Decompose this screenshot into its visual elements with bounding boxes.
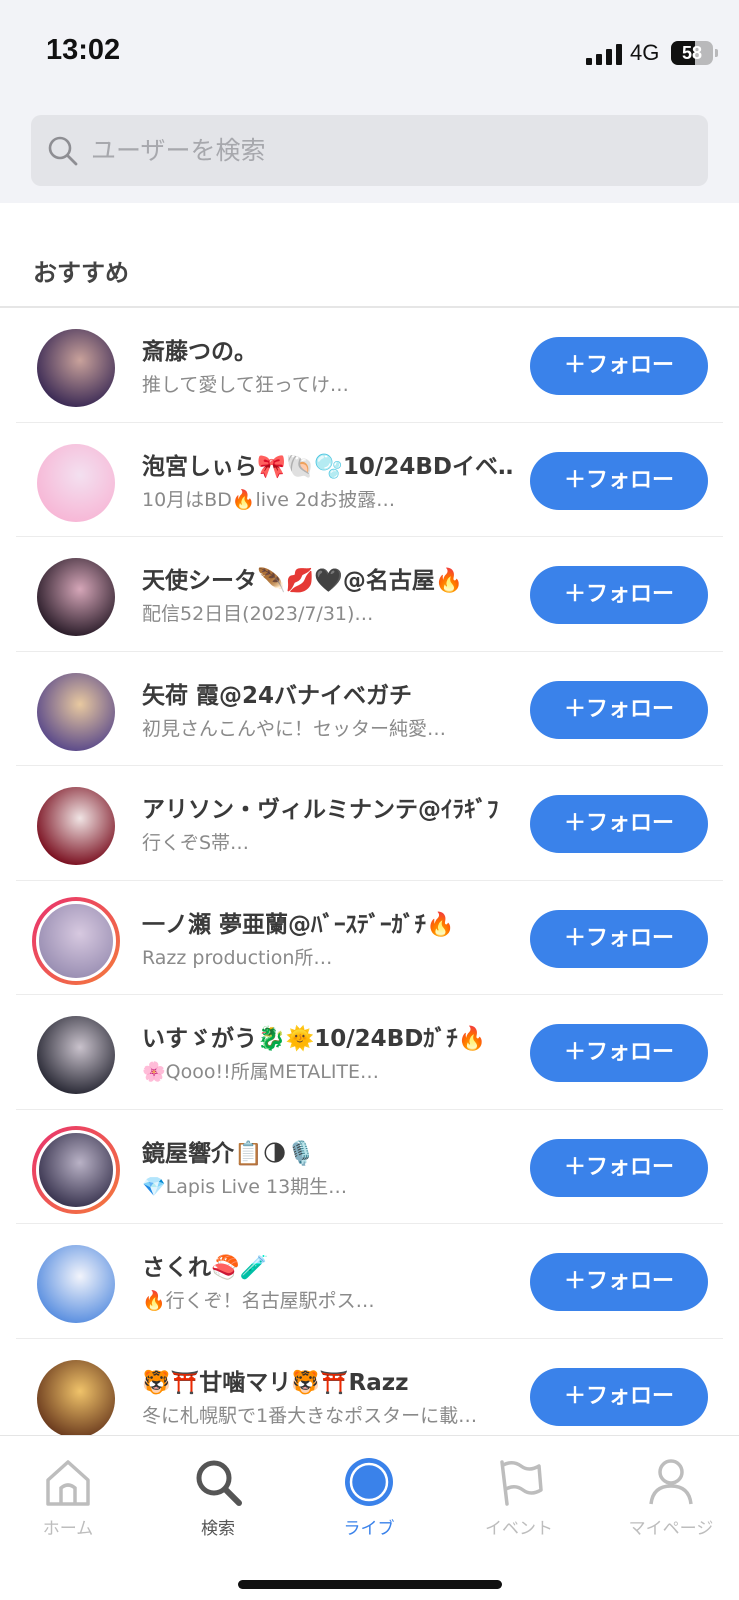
nav-item-home[interactable]: ホーム bbox=[0, 1456, 143, 1548]
avatar[interactable] bbox=[37, 1016, 115, 1094]
avatar[interactable] bbox=[32, 896, 120, 985]
user-name[interactable]: 一ノ瀬 夢亜蘭@ﾊﾞｰｽﾃﾞｰｶﾞﾁ🔥 bbox=[142, 905, 512, 939]
search-icon bbox=[48, 136, 78, 166]
user-name[interactable]: 鏡屋響介📋🌗🎙️ bbox=[142, 1134, 512, 1168]
battery-tip bbox=[715, 49, 718, 57]
nav-label-mypage: マイページ bbox=[628, 1519, 714, 1539]
user-name[interactable]: いすゞがう🐉🌞10/24BDｶﾞﾁ🔥 bbox=[142, 1019, 512, 1053]
follow-button[interactable]: ＋フォロー bbox=[530, 566, 708, 624]
user-name[interactable]: 斎藤つの。 bbox=[142, 332, 512, 366]
avatar-image bbox=[37, 1359, 115, 1438]
list-item[interactable]: 泡宮しぃら🎀🐚🫧10/24BDイベ… 10月はBD🔥live 2dお披露… ＋フォロ… bbox=[0, 423, 739, 537]
top-area: 13:02 4G 58 bbox=[0, 0, 739, 203]
follow-button[interactable]: ＋フォロー bbox=[530, 451, 708, 510]
nav-item-mypage[interactable]: マイページ bbox=[596, 1456, 739, 1548]
nav-item-event[interactable]: イベント bbox=[444, 1456, 594, 1548]
user-bio: Razz production所… bbox=[142, 946, 333, 969]
avatar[interactable] bbox=[32, 1125, 120, 1214]
network-label: 4G bbox=[630, 40, 660, 65]
user-name[interactable]: 泡宮しぃら🎀🐚🫧10/24BDイベ… bbox=[142, 447, 512, 481]
user-bio: 10月はBD🔥live 2dお披露… bbox=[142, 488, 396, 511]
list-item[interactable]: 一ノ瀬 夢亜蘭@ﾊﾞｰｽﾃﾞｰｶﾞﾁ🔥 Razz production所… ＋フォロ… bbox=[0, 881, 739, 995]
list-item[interactable]: 矢荷 霞@24バナイベガチ初見さんこんやに！セッター純愛… ＋フォロー bbox=[0, 652, 739, 766]
list-item[interactable]: いすゞがう🐉🌞10/24BDｶﾞﾁ🔥 🌸Qooo!!所属METALITE… ＋フォロ… bbox=[0, 995, 739, 1110]
section-title: おすすめ bbox=[33, 259, 129, 287]
avatar-image bbox=[36, 900, 116, 981]
list-item[interactable]: さくれ🍣🧪 🔥行くぞ！名古屋駅ポス… ＋フォロー bbox=[0, 1224, 739, 1339]
follow-button[interactable]: ＋フォロー bbox=[530, 909, 708, 968]
follow-button[interactable]: ＋フォロー bbox=[530, 795, 708, 853]
list-item[interactable]: 鏡屋響介📋🌗🎙️ 💎Lapis Live 13期生… ＋フォロー bbox=[0, 1110, 739, 1224]
avatar-image bbox=[37, 558, 115, 636]
avatar[interactable] bbox=[37, 443, 115, 522]
nav-item-search[interactable]: 検索 bbox=[143, 1456, 293, 1548]
user-bio: 💎Lapis Live 13期生… bbox=[142, 1175, 348, 1198]
user-bio: 行くぞS帯… bbox=[142, 832, 250, 854]
user-name[interactable]: 天使シータ🪶💋🖤@名古屋🔥 bbox=[142, 561, 512, 595]
user-bio: 冬に札幌駅で1番大きなポスターに載… bbox=[142, 1404, 478, 1427]
user-name[interactable]: 矢荷 霞@24バナイベガチ bbox=[142, 676, 512, 710]
user-icon bbox=[649, 1459, 693, 1505]
avatar-image bbox=[37, 1016, 115, 1094]
user-bio: 配信52日目(2023/7/31)… bbox=[142, 603, 374, 625]
bottom-nav: ホーム 検索 ライブ イベント マイページ bbox=[0, 1435, 739, 1600]
avatar-image bbox=[37, 443, 115, 522]
list-item[interactable]: 斎藤つの。推して愛して狂ってけ… ＋フォロー bbox=[0, 308, 739, 423]
follow-button[interactable]: ＋フォロー bbox=[530, 680, 708, 739]
home-indicator bbox=[238, 1580, 502, 1589]
user-bio: 🔥行くぞ！名古屋駅ポス… bbox=[142, 1290, 375, 1312]
list-item[interactable]: アリソン・ヴィルミナンテ@ｲﾗｷﾞﾌ 行くぞS帯… ＋フォロー bbox=[0, 766, 739, 881]
avatar-image bbox=[37, 329, 115, 407]
nav-label-live: ライブ bbox=[343, 1519, 395, 1539]
user-name[interactable]: アリソン・ヴィルミナンテ@ｲﾗｷﾞﾌ bbox=[142, 790, 512, 824]
avatar-image bbox=[37, 1245, 115, 1323]
user-bio: 推して愛して狂ってけ… bbox=[142, 374, 349, 396]
follow-button[interactable]: ＋フォロー bbox=[530, 1367, 708, 1426]
user-bio: 🌸Qooo!!所属METALITE… bbox=[142, 1061, 380, 1083]
user-bio: 初見さんこんやに！セッター純愛… bbox=[142, 717, 447, 740]
nav-label-home: ホーム bbox=[42, 1519, 94, 1539]
avatar-image bbox=[37, 787, 115, 865]
follow-button[interactable]: ＋フォロー bbox=[530, 1253, 708, 1311]
avatar[interactable] bbox=[37, 1359, 115, 1438]
avatar[interactable] bbox=[37, 329, 115, 407]
avatar-image bbox=[36, 1129, 116, 1210]
home-icon bbox=[46, 1460, 90, 1506]
user-name[interactable]: さくれ🍣🧪 bbox=[142, 1248, 512, 1282]
avatar-image bbox=[37, 672, 115, 751]
status-bar: 13:02 4G 58 bbox=[0, 0, 739, 100]
search-icon bbox=[196, 1460, 242, 1506]
user-list: 斎藤つの。 推して愛して狂ってけ… ＋フォロー 泡宮しぃら🎀🐚🫧10/24BDイベ… 1… bbox=[0, 308, 739, 1453]
battery-icon: 58 bbox=[671, 41, 713, 65]
battery-level: 58 bbox=[681, 43, 703, 63]
status-time: 13:02 bbox=[46, 34, 121, 66]
avatar[interactable] bbox=[37, 787, 115, 865]
avatar[interactable] bbox=[37, 558, 115, 636]
nav-item-live[interactable]: ライブ bbox=[294, 1456, 444, 1548]
list-item[interactable]: 天使シータ🪶💋🖤@名古屋🔥 配信52日目(2023/7/31)… ＋フォロー bbox=[0, 537, 739, 652]
search-box[interactable] bbox=[31, 115, 708, 186]
flag-icon bbox=[500, 1460, 543, 1506]
follow-button[interactable]: ＋フォロー bbox=[530, 337, 708, 395]
user-name[interactable]: 🐯⛩️甘噛マリ🐯⛩️Razz bbox=[142, 1363, 512, 1397]
follow-button[interactable]: ＋フォロー bbox=[530, 1024, 708, 1082]
live-icon bbox=[345, 1458, 393, 1506]
signal-icon bbox=[586, 43, 622, 65]
avatar[interactable] bbox=[37, 1245, 115, 1323]
search-input[interactable] bbox=[91, 115, 691, 186]
follow-button[interactable]: ＋フォロー bbox=[530, 1138, 708, 1197]
nav-label-event: イベント bbox=[485, 1519, 553, 1539]
nav-label-search: 検索 bbox=[201, 1519, 235, 1539]
avatar[interactable] bbox=[37, 672, 115, 751]
